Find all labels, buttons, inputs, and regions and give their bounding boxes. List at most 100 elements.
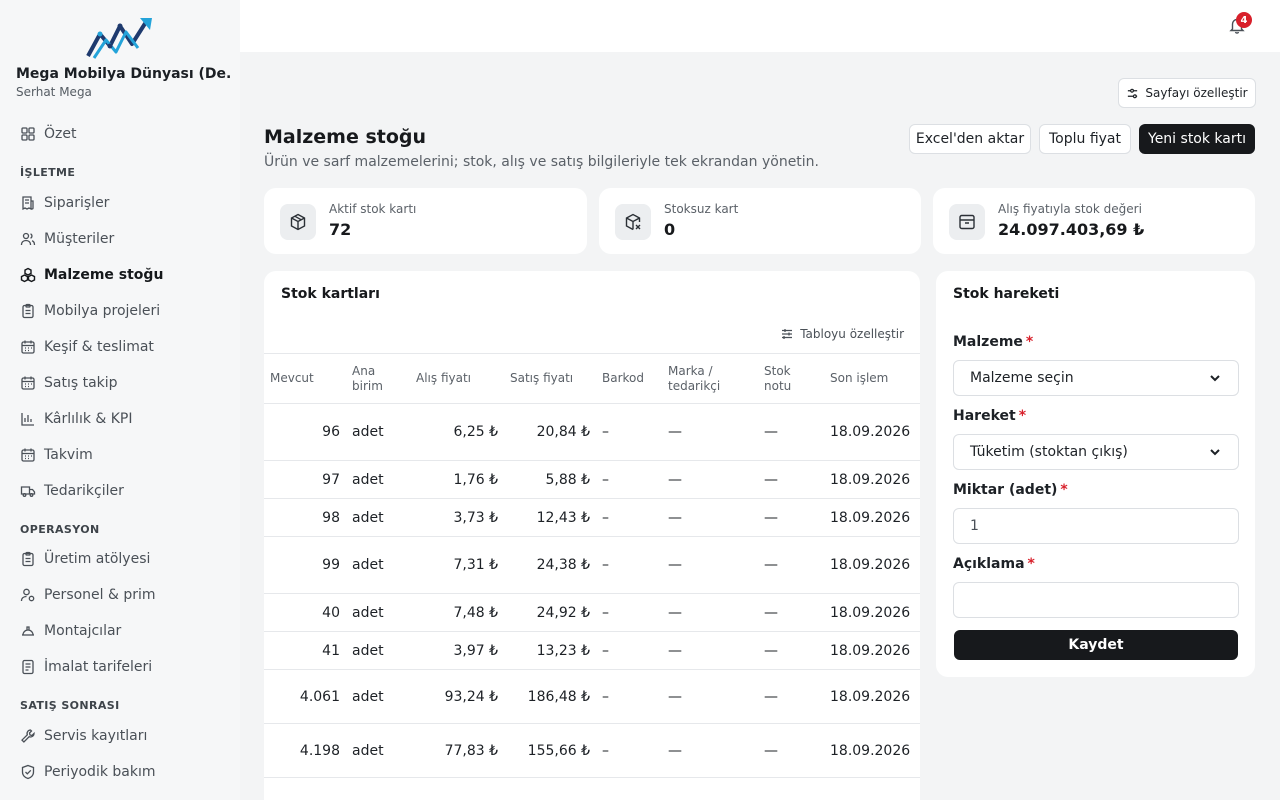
excel-import-button[interactable]: Excel'den aktar [909, 124, 1031, 154]
package-x-icon [625, 213, 641, 231]
calendar-icon [21, 448, 35, 462]
sidebar-item-satis-takip[interactable]: Satış takip [20, 371, 118, 395]
cell-brand: — [662, 593, 758, 632]
table-row[interactable]: 4.198 adet 77,83 ₺ 155,66 ₺ – — — 18.09.… [264, 723, 920, 778]
clipboard-icon [22, 551, 34, 567]
company-name: Mega Mobilya Dünyası (De... [16, 66, 231, 82]
sidebar-item-personel-prim[interactable]: Personel & prim [20, 583, 156, 607]
stock-cards-title: Stok kartları [281, 286, 380, 302]
sidebar-item-musteriler[interactable]: Müşteriler [20, 227, 114, 251]
cell-unit: adet [346, 723, 410, 778]
cell-mevcut: 98 [264, 498, 346, 537]
column-header-alis-fiyati[interactable]: Alış fiyatı [410, 353, 504, 404]
stat-icon-box [280, 204, 316, 240]
sidebar-item-takvim[interactable]: Takvim [20, 443, 93, 467]
stat-card-stock-value: Alış fiyatıyla stok değeri 24.097.403,69… [933, 188, 1255, 254]
customize-table-button[interactable]: Tabloyu özelleştir [780, 327, 904, 341]
sliders-icon [1128, 88, 1138, 98]
user-name: Serhat Mega [16, 85, 92, 99]
customize-page-label: Sayfayı özelleştir [1145, 86, 1248, 100]
sidebar-item-servis-kayitlari[interactable]: Servis kayıtları [20, 724, 147, 748]
column-header-barkod[interactable]: Barkod [596, 353, 662, 404]
sidebar-item-periyodik-bakim[interactable]: Periyodik bakım [20, 760, 156, 784]
cell-brand: — [662, 403, 758, 461]
cell-mevcut: 4.061 [264, 669, 346, 724]
cell-unit: adet [346, 536, 410, 594]
cell-unit: adet [346, 460, 410, 499]
column-header-satis-fiyati[interactable]: Satış fiyatı [504, 353, 596, 404]
nav-section-title: OPERASYON [20, 523, 100, 536]
description-input[interactable] [953, 582, 1239, 618]
bar-chart-icon [21, 413, 34, 426]
bulk-price-button[interactable]: Toplu fiyat [1039, 124, 1131, 154]
column-header-stok-notu[interactable]: Stok notu [758, 353, 824, 404]
stat-value: 24.097.403,69 ₺ [998, 220, 1145, 239]
stat-label: Alış fiyatıyla stok değeri [998, 202, 1142, 216]
page-subtitle: Ürün ve sarf malzemelerini; stok, alış v… [264, 154, 820, 170]
cell-sale-price: 5,88 ₺ [504, 460, 596, 499]
shield-icon [21, 764, 35, 780]
sidebar-item-uretim-atolyesi[interactable]: Üretim atölyesi [20, 547, 150, 571]
material-label-text: Malzeme [953, 334, 1023, 350]
table-row[interactable]: 98 adet 3,73 ₺ 12,43 ₺ – — — 18.09.2026 [264, 498, 920, 537]
table-row[interactable]: 97 adet 1,76 ₺ 5,88 ₺ – — — 18.09.2026 [264, 460, 920, 499]
page-title: Malzeme stoğu [264, 126, 427, 148]
movement-type-label: Hareket * [953, 408, 1026, 424]
table-row[interactable]: 40 adet 7,48 ₺ 24,92 ₺ – — — 18.09.2026 [264, 593, 920, 632]
boxes-icon [20, 267, 36, 283]
cell-purchase-price: 93,24 ₺ [410, 669, 504, 724]
receipt-icon [22, 196, 34, 211]
movement-type-select[interactable]: Tüketim (stoktan çıkış) [953, 434, 1239, 470]
sidebar-item-karlilik-kpi[interactable]: Kârlılık & KPI [20, 407, 133, 431]
sidebar-item-malzeme-stogu[interactable]: Malzeme stoğu [20, 263, 163, 287]
stat-label: Aktif stok kartı [329, 202, 417, 216]
cell-barcode: – [596, 631, 662, 670]
cell-mevcut: 99 [264, 536, 346, 594]
customize-page-button[interactable]: Sayfayı özelleştir [1118, 78, 1256, 108]
cell-note: — [758, 403, 824, 461]
table-row[interactable]: 4.061 adet 93,24 ₺ 186,48 ₺ – — — 18.09.… [264, 669, 920, 724]
cell-brand: — [662, 460, 758, 499]
stock-table: Mevcut Ana birim Alış fiyatı Satış fiyat… [264, 353, 920, 778]
movement-type-value: Tüketim (stoktan çıkış) [970, 444, 1128, 460]
sidebar-item-label: Mobilya projeleri [44, 303, 161, 319]
quantity-label-text: Miktar (adet) [953, 482, 1058, 498]
stat-value: 0 [664, 220, 676, 239]
package-icon [290, 213, 306, 231]
cell-mevcut: 96 [264, 403, 346, 461]
material-select-value: Malzeme seçin [970, 370, 1074, 386]
cell-last-action: 18.09.2026 [824, 498, 920, 537]
material-select[interactable]: Malzeme seçin [953, 360, 1239, 396]
column-header-son-islem[interactable]: Son işlem [824, 353, 920, 404]
cell-sale-price: 20,84 ₺ [504, 403, 596, 461]
cell-mevcut: 97 [264, 460, 346, 499]
cell-last-action: 18.09.2026 [824, 536, 920, 594]
table-row[interactable]: 99 adet 7,31 ₺ 24,38 ₺ – — — 18.09.2026 [264, 536, 920, 594]
save-button[interactable]: Kaydet [954, 630, 1238, 660]
cell-sale-price: 186,48 ₺ [504, 669, 596, 724]
sidebar-item-kesif-teslimat[interactable]: Keşif & teslimat [20, 335, 154, 359]
column-header-ana-birim[interactable]: Ana birim [346, 353, 410, 404]
sidebar-item-tedarikciler[interactable]: Tedarikçiler [20, 479, 124, 503]
required-mark: * [1025, 334, 1034, 350]
new-stock-card-button[interactable]: Yeni stok kartı [1139, 124, 1255, 154]
cell-note: — [758, 631, 824, 670]
column-header-mevcut[interactable]: Mevcut [264, 353, 346, 404]
stat-icon-box [949, 204, 985, 240]
table-row[interactable]: 41 adet 3,97 ₺ 13,23 ₺ – — — 18.09.2026 [264, 631, 920, 670]
quantity-input[interactable]: 1 [953, 508, 1239, 544]
sidebar-item-siparisler[interactable]: Siparişler [20, 191, 109, 215]
sidebar-item-ozet[interactable]: Özet [20, 122, 76, 146]
sidebar-item-mobilya-projeleri[interactable]: Mobilya projeleri [20, 299, 160, 323]
sidebar-item-montajcilar[interactable]: Montajcılar [20, 619, 121, 643]
cell-barcode: – [596, 498, 662, 537]
sidebar-item-label: Satış takip [44, 375, 118, 391]
cell-mevcut: 41 [264, 631, 346, 670]
cell-note: — [758, 723, 824, 778]
calendar-icon [21, 340, 35, 354]
cell-purchase-price: 7,48 ₺ [410, 593, 504, 632]
column-header-marka[interactable]: Marka / tedarikçi [662, 353, 758, 404]
sidebar-item-imalat-tarifeleri[interactable]: İmalat tarifeleri [20, 655, 152, 679]
customize-table-label: Tabloyu özelleştir [800, 327, 904, 341]
table-row[interactable]: 96 adet 6,25 ₺ 20,84 ₺ – — — 18.09.2026 [264, 403, 920, 461]
